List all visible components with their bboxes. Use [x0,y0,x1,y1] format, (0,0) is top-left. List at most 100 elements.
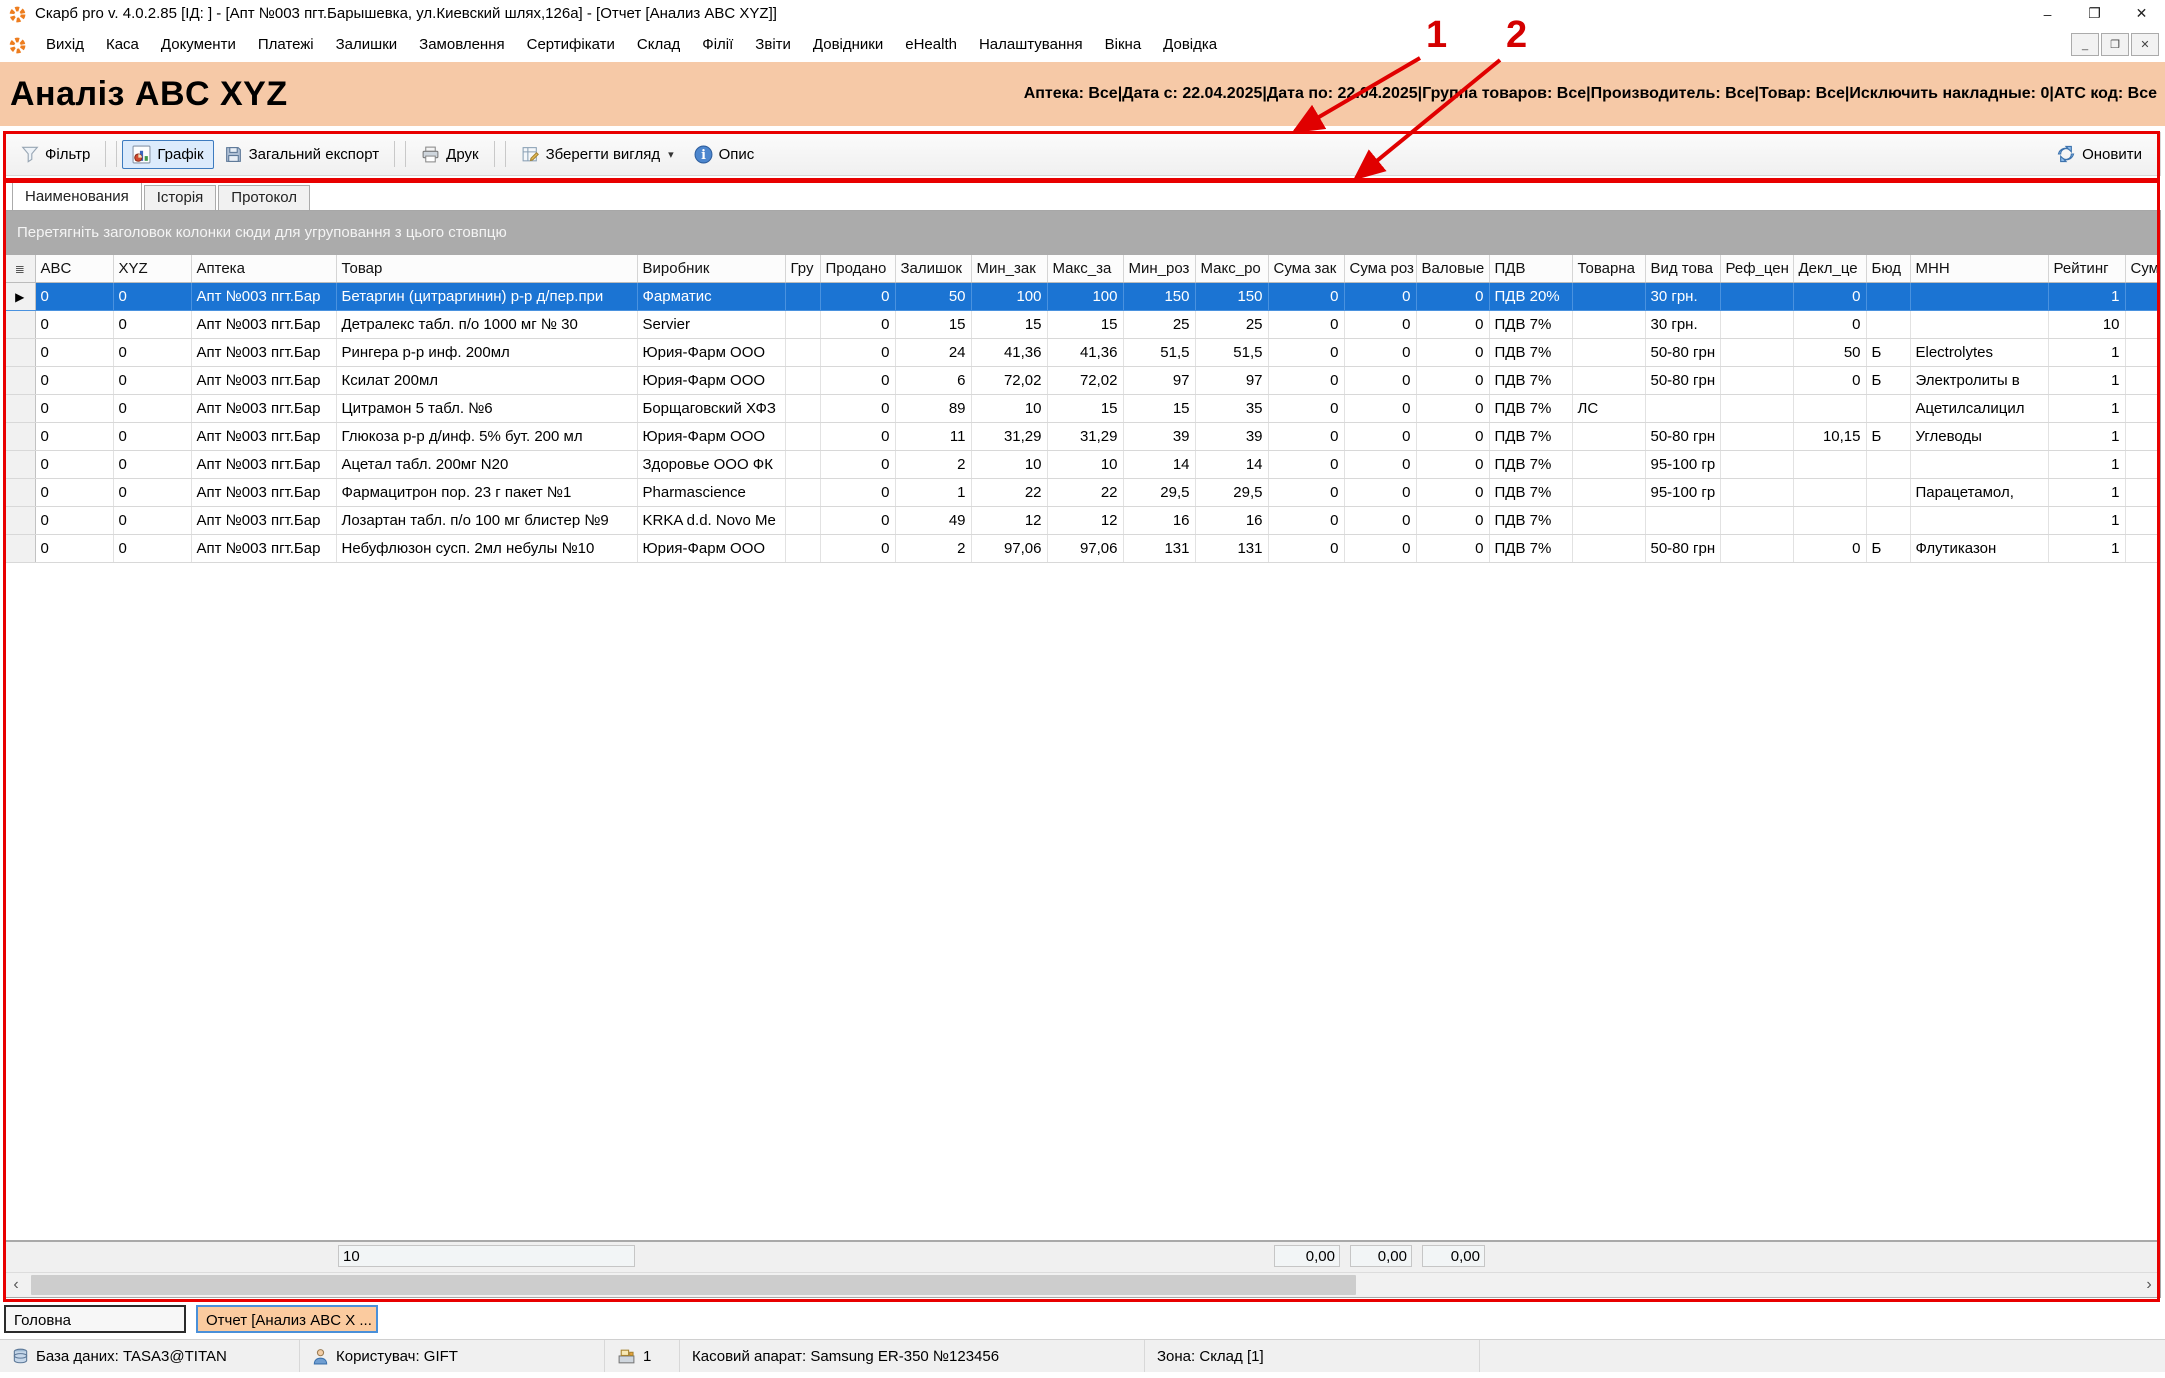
scroll-right-icon[interactable]: › [2138,1273,2160,1297]
table-cell[interactable]: 0 [820,479,895,507]
column-header-5[interactable]: Виробник [637,255,785,283]
table-cell[interactable]: Глюкоза р-р д/инф. 5% бут. 200 мл [336,423,637,451]
menu-item-7[interactable]: Сертифікати [516,36,626,53]
table-cell[interactable] [2125,451,2160,479]
table-row[interactable]: 00Апт №003 пгт.БарРингера р-р инф. 200мл… [5,339,2160,367]
column-header-7[interactable]: Продано [820,255,895,283]
toolbar-button-1[interactable]: Фільтр [11,140,100,168]
table-cell[interactable]: 0 [113,339,191,367]
column-header-4[interactable]: Товар [336,255,637,283]
menu-item-12[interactable]: eHealth [894,36,968,53]
table-row[interactable]: 00Апт №003 пгт.БарКсилат 200млЮрия-Фарм … [5,367,2160,395]
column-header-11[interactable]: Мин_роз [1123,255,1195,283]
table-cell[interactable]: 0 [1793,535,1866,563]
table-cell[interactable]: 1 [2048,395,2125,423]
table-cell[interactable]: KRKA d.d. Novo Me [637,507,785,535]
table-cell[interactable]: Апт №003 пгт.Бар [191,479,336,507]
table-cell[interactable]: 0 [1268,507,1344,535]
table-cell[interactable]: 97 [1123,367,1195,395]
table-row[interactable]: 00Апт №003 пгт.БарАцетал табл. 200мг N20… [5,451,2160,479]
table-cell[interactable] [1866,507,1910,535]
table-cell[interactable]: 0 [1268,395,1344,423]
table-cell[interactable]: Детралекс табл. п/о 1000 мг № 30 [336,311,637,339]
table-cell[interactable] [785,283,820,311]
table-cell[interactable]: 0 [820,395,895,423]
table-cell[interactable] [2125,311,2160,339]
table-cell[interactable] [785,339,820,367]
table-cell[interactable] [1720,479,1793,507]
table-cell[interactable]: Юрия-Фарм ООО [637,535,785,563]
column-header-2[interactable]: XYZ [113,255,191,283]
column-header-21[interactable]: Бюд [1866,255,1910,283]
table-cell[interactable]: 30 грн. [1645,311,1720,339]
table-cell[interactable]: 10 [971,451,1047,479]
table-cell[interactable]: 30 грн. [1645,283,1720,311]
table-cell[interactable]: 0 [1268,283,1344,311]
table-cell[interactable]: 1 [895,479,971,507]
table-cell[interactable]: 11 [895,423,971,451]
table-cell[interactable]: 0 [1268,311,1344,339]
table-row[interactable]: 00Апт №003 пгт.БарЛозартан табл. п/о 100… [5,507,2160,535]
table-cell[interactable]: 0 [1344,395,1416,423]
table-cell[interactable]: Юрия-Фарм ООО [637,339,785,367]
table-cell[interactable] [2125,479,2160,507]
table-cell[interactable] [785,507,820,535]
table-cell[interactable]: 50-80 грн [1645,423,1720,451]
table-row[interactable]: 00Апт №003 пгт.БарДетралекс табл. п/о 10… [5,311,2160,339]
table-cell[interactable]: 100 [971,283,1047,311]
table-cell[interactable]: 25 [1195,311,1268,339]
scrollbar-thumb[interactable] [31,1275,1356,1295]
table-cell[interactable]: 51,5 [1123,339,1195,367]
table-cell[interactable]: 0 [1344,507,1416,535]
table-cell[interactable]: 150 [1123,283,1195,311]
column-header-12[interactable]: Макс_ро [1195,255,1268,283]
table-cell[interactable] [1572,367,1645,395]
table-cell[interactable]: 39 [1195,423,1268,451]
table-cell[interactable]: ПДВ 7% [1489,367,1572,395]
table-cell[interactable]: Юрия-Фарм ООО [637,367,785,395]
table-cell[interactable]: 100 [1047,283,1123,311]
table-cell[interactable]: 50 [1793,339,1866,367]
table-cell[interactable]: 39 [1123,423,1195,451]
table-cell[interactable]: 15 [1047,311,1123,339]
table-cell[interactable]: 0 [113,311,191,339]
table-cell[interactable]: Бетаргин (цитраргинин) р-р д/пер.при [336,283,637,311]
table-cell[interactable]: 0 [113,395,191,423]
table-cell[interactable]: 6 [895,367,971,395]
table-cell[interactable]: 12 [971,507,1047,535]
table-cell[interactable]: 35 [1195,395,1268,423]
table-cell[interactable]: 50-80 грн [1645,367,1720,395]
window-tab-1[interactable]: Головна [4,1305,186,1333]
column-header-20[interactable]: Декл_це [1793,255,1866,283]
table-cell[interactable]: 0 [1416,311,1489,339]
menu-item-5[interactable]: Залишки [325,36,409,53]
table-cell[interactable]: 0 [1344,451,1416,479]
table-cell[interactable] [1572,339,1645,367]
table-cell[interactable]: 0 [1416,535,1489,563]
table-cell[interactable]: Pharmascience [637,479,785,507]
table-cell[interactable]: Б [1866,339,1910,367]
table-cell[interactable]: Лозартан табл. п/о 100 мг блистер №9 [336,507,637,535]
toolbar-button-4[interactable]: Загальний експорт [214,140,390,169]
table-cell[interactable]: 0 [820,283,895,311]
menu-item-1[interactable]: Вихід [35,36,95,53]
table-cell[interactable]: 72,02 [1047,367,1123,395]
table-cell[interactable]: 0 [113,507,191,535]
table-cell[interactable] [1910,311,2048,339]
table-cell[interactable]: 0 [1268,339,1344,367]
table-cell[interactable]: Servier [637,311,785,339]
table-cell[interactable]: Электролиты в [1910,367,2048,395]
table-cell[interactable] [785,535,820,563]
table-cell[interactable]: 12 [1047,507,1123,535]
table-cell[interactable] [1645,395,1720,423]
menu-item-9[interactable]: Філії [691,36,744,53]
table-cell[interactable]: 0 [113,479,191,507]
table-cell[interactable]: Апт №003 пгт.Бар [191,535,336,563]
table-cell[interactable]: Юрия-Фарм ООО [637,423,785,451]
table-cell[interactable] [785,479,820,507]
table-cell[interactable]: 0 [1344,339,1416,367]
menu-item-4[interactable]: Платежі [247,36,325,53]
table-cell[interactable] [1720,451,1793,479]
menu-item-3[interactable]: Документи [150,36,247,53]
table-cell[interactable] [1793,451,1866,479]
